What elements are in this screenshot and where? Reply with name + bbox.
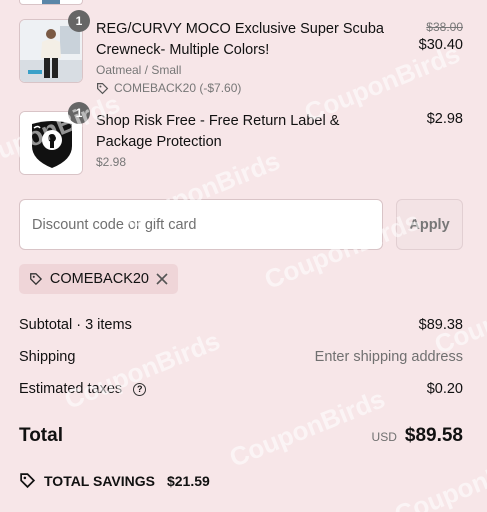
tag-icon [97,82,109,94]
watermark: CouponBirds [60,325,225,415]
tag-icon [30,273,43,286]
subtotal-row: Subtotal · 3 items $89.38 [19,315,463,335]
apply-button[interactable]: Apply [396,199,463,250]
item-title: Shop Risk Free - Free Return Label & Pac… [96,113,340,150]
taxes-value: $0.20 [426,381,463,397]
quantity-badge: 1 [68,102,90,124]
subtotal-label: Subtotal · 3 items [19,317,132,333]
previous-item-thumbnail [19,0,83,5]
quantity-badge: 1 [68,10,90,32]
total-label: Total [19,425,63,446]
tag-icon [20,473,36,489]
savings-label: TOTAL SAVINGS [44,472,155,489]
cart-item: 1 Shop Risk Free - Free Return Label & P… [19,102,463,181]
remove-discount-icon[interactable] [156,273,168,285]
watermark: CouponBirds [390,440,487,512]
discount-code-input[interactable] [19,199,383,250]
item-discount: COMEBACK20 (-$7.60) [96,81,396,95]
total-savings: TOTAL SAVINGS $21.59 [19,472,210,489]
shipping-label: Shipping [19,349,76,365]
currency-code: USD [371,430,397,444]
savings-value: $21.59 [166,472,210,489]
item-price: $30.40 [418,37,463,53]
original-price: $38.00 [426,20,463,34]
item-variant: $2.98 [96,155,127,169]
shipping-row: Shipping Enter shipping address [19,347,463,367]
taxes-row: Estimated taxes ? $0.20 [19,379,463,399]
applied-discount-chip: COMEBACK20 [19,264,178,294]
item-variant: Oatmeal / Small [96,63,182,77]
subtotal-value: $89.38 [418,317,463,333]
taxes-label: Estimated taxes [19,381,123,397]
shipping-value: Enter shipping address [314,349,463,365]
item-title: REG/CURVY MOCO Exclusive Super Scuba Cre… [96,21,384,58]
help-icon[interactable]: ? [133,382,147,396]
applied-code: COMEBACK20 [49,271,149,287]
total-value: $89.58 [404,425,463,446]
item-price: $2.98 [426,111,463,127]
cart-item: 1 REG/CURVY MOCO Exclusive Super Scuba C… [19,10,463,95]
item-discount-text: COMEBACK20 (-$7.60) [114,81,242,95]
total-row: Total USD $89.58 [19,423,463,449]
